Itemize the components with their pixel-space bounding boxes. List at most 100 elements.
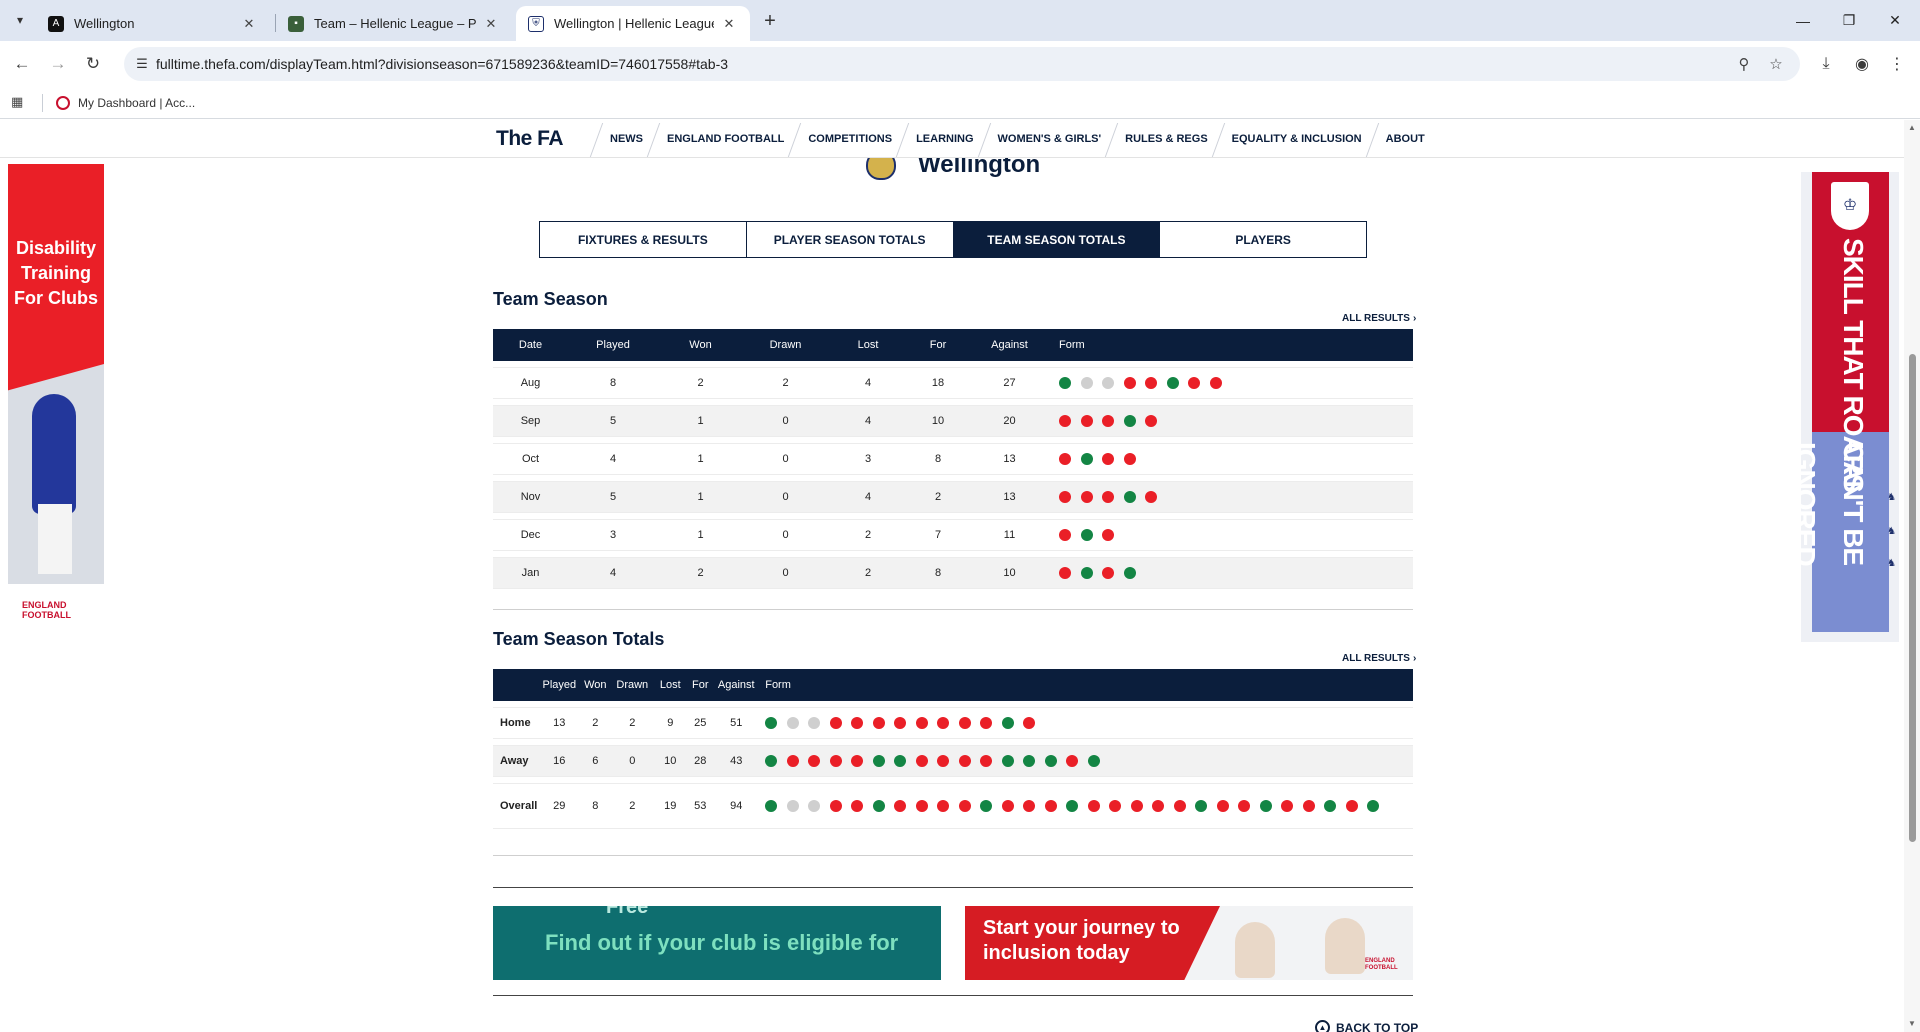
menu-kebab-icon[interactable]: ⋮ bbox=[1886, 53, 1908, 75]
ad-skill-that-roars[interactable]: ♔ SKILL THAT ROARS CAN'T BE IGNORED ♞ ♞ … bbox=[1801, 172, 1899, 642]
tab-player-season-totals[interactable]: PLAYER SEASON TOTALS bbox=[746, 222, 954, 257]
form-loss-dot[interactable] bbox=[872, 717, 885, 729]
form-loss-dot[interactable] bbox=[1345, 800, 1358, 812]
form-loss-dot[interactable] bbox=[1102, 453, 1114, 465]
form-win-dot[interactable] bbox=[1166, 377, 1179, 389]
form-win-dot[interactable] bbox=[1195, 800, 1208, 812]
form-loss-dot[interactable] bbox=[1109, 800, 1122, 812]
form-loss-dot[interactable] bbox=[915, 755, 928, 767]
site-info-icon[interactable]: ☰ bbox=[132, 54, 152, 74]
url-text[interactable]: fulltime.thefa.com/displayTeam.html?divi… bbox=[156, 56, 728, 72]
scrollbar-thumb[interactable] bbox=[1909, 354, 1916, 842]
fa-logo[interactable]: The FA bbox=[496, 127, 564, 151]
form-loss-dot[interactable] bbox=[1145, 491, 1157, 503]
form-loss-dot[interactable] bbox=[851, 800, 864, 812]
form-loss-dot[interactable] bbox=[851, 755, 864, 767]
form-win-dot[interactable] bbox=[765, 717, 778, 729]
download-icon[interactable]: ⤓ bbox=[1815, 53, 1837, 75]
form-loss-dot[interactable] bbox=[1059, 415, 1071, 427]
form-win-dot[interactable] bbox=[1066, 800, 1079, 812]
tab-players[interactable]: PLAYERS bbox=[1160, 222, 1366, 257]
form-win-dot[interactable] bbox=[1080, 567, 1093, 579]
form-win-dot[interactable] bbox=[1023, 755, 1036, 767]
form-win-dot[interactable] bbox=[1059, 377, 1071, 389]
form-loss-dot[interactable] bbox=[1059, 453, 1071, 465]
form-win-dot[interactable] bbox=[1123, 415, 1136, 427]
form-win-dot[interactable] bbox=[1087, 755, 1100, 767]
form-loss-dot[interactable] bbox=[1173, 800, 1186, 812]
form-loss-dot[interactable] bbox=[851, 717, 864, 729]
close-tab-icon[interactable]: ✕ bbox=[240, 15, 258, 33]
form-win-dot[interactable] bbox=[765, 800, 778, 812]
form-loss-dot[interactable] bbox=[1080, 491, 1093, 503]
form-draw-dot[interactable] bbox=[808, 717, 821, 729]
new-tab-icon[interactable]: + bbox=[758, 9, 782, 33]
form-draw-dot[interactable] bbox=[1102, 377, 1114, 389]
form-win-dot[interactable] bbox=[872, 800, 885, 812]
form-loss-dot[interactable] bbox=[980, 755, 993, 767]
back-to-top-link[interactable]: ▲ BACK TO TOP bbox=[1315, 1020, 1418, 1032]
forward-icon[interactable]: → bbox=[44, 50, 72, 78]
form-win-dot[interactable] bbox=[980, 800, 993, 812]
form-win-dot[interactable] bbox=[1001, 717, 1014, 729]
form-loss-dot[interactable] bbox=[937, 717, 950, 729]
fa-nav-link[interactable]: NEWS bbox=[600, 133, 657, 145]
form-win-dot[interactable] bbox=[1080, 529, 1093, 541]
fa-nav-link[interactable]: COMPETITIONS bbox=[798, 133, 906, 145]
form-draw-dot[interactable] bbox=[786, 717, 799, 729]
form-loss-dot[interactable] bbox=[958, 755, 971, 767]
form-win-dot[interactable] bbox=[1324, 800, 1337, 812]
form-loss-dot[interactable] bbox=[786, 755, 799, 767]
form-loss-dot[interactable] bbox=[829, 755, 842, 767]
form-loss-dot[interactable] bbox=[1102, 529, 1114, 541]
fa-nav-link[interactable]: EQUALITY & INCLUSION bbox=[1222, 133, 1376, 145]
form-win-dot[interactable] bbox=[1259, 800, 1272, 812]
form-loss-dot[interactable] bbox=[1216, 800, 1229, 812]
close-tab-icon[interactable]: ✕ bbox=[482, 15, 500, 33]
form-loss-dot[interactable] bbox=[1302, 800, 1315, 812]
form-win-dot[interactable] bbox=[765, 755, 778, 767]
fa-nav-link[interactable]: WOMEN'S & GIRLS' bbox=[988, 133, 1116, 145]
fa-nav-link[interactable]: ABOUT bbox=[1376, 133, 1439, 145]
form-win-dot[interactable] bbox=[1080, 453, 1093, 465]
form-loss-dot[interactable] bbox=[1102, 567, 1114, 579]
restore-icon[interactable]: ❐ bbox=[1826, 0, 1872, 41]
tab-fixtures-results[interactable]: FIXTURES & RESULTS bbox=[540, 222, 747, 257]
address-bar[interactable]: ☰ fulltime.thefa.com/displayTeam.html?di… bbox=[124, 47, 1800, 81]
form-loss-dot[interactable] bbox=[958, 717, 971, 729]
form-win-dot[interactable] bbox=[1123, 491, 1136, 503]
form-loss-dot[interactable] bbox=[1102, 491, 1114, 503]
form-loss-dot[interactable] bbox=[1281, 800, 1294, 812]
tab-team-season-totals[interactable]: TEAM SEASON TOTALS bbox=[953, 222, 1161, 257]
browser-tab-1[interactable]: A Wellington ✕ bbox=[36, 6, 270, 41]
form-loss-dot[interactable] bbox=[1145, 415, 1157, 427]
form-loss-dot[interactable] bbox=[1152, 800, 1165, 812]
ad-eligibility-banner[interactable]: Free Find out if your club is eligible f… bbox=[493, 906, 941, 980]
form-loss-dot[interactable] bbox=[1023, 800, 1036, 812]
form-loss-dot[interactable] bbox=[1059, 529, 1071, 541]
form-loss-dot[interactable] bbox=[1059, 491, 1071, 503]
form-loss-dot[interactable] bbox=[1001, 800, 1014, 812]
apps-grid-icon[interactable]: ▦ bbox=[11, 94, 27, 110]
form-draw-dot[interactable] bbox=[786, 800, 799, 812]
form-draw-dot[interactable] bbox=[808, 800, 821, 812]
back-icon[interactable]: ← bbox=[8, 50, 36, 78]
form-loss-dot[interactable] bbox=[915, 800, 928, 812]
form-win-dot[interactable] bbox=[1001, 755, 1014, 767]
form-loss-dot[interactable] bbox=[937, 755, 950, 767]
form-loss-dot[interactable] bbox=[829, 800, 842, 812]
ad-disability-training[interactable]: Disability Training For Clubs bbox=[8, 164, 104, 584]
tab-search-menu[interactable]: ▾ bbox=[8, 8, 32, 32]
scroll-down-icon[interactable]: ▼ bbox=[1907, 1019, 1917, 1029]
form-loss-dot[interactable] bbox=[1087, 800, 1100, 812]
browser-tab-active[interactable]: ⛨ Wellington | Hellenic League - F ✕ bbox=[516, 6, 750, 41]
form-win-dot[interactable] bbox=[1044, 755, 1057, 767]
form-loss-dot[interactable] bbox=[1123, 377, 1136, 389]
form-loss-dot[interactable] bbox=[915, 717, 928, 729]
close-window-icon[interactable]: ✕ bbox=[1872, 0, 1918, 41]
minimize-icon[interactable]: — bbox=[1780, 0, 1826, 41]
page-scrollbar[interactable]: ▲ ▼ bbox=[1904, 120, 1920, 1032]
form-loss-dot[interactable] bbox=[958, 800, 971, 812]
form-loss-dot[interactable] bbox=[829, 717, 842, 729]
form-loss-dot[interactable] bbox=[1123, 453, 1136, 465]
